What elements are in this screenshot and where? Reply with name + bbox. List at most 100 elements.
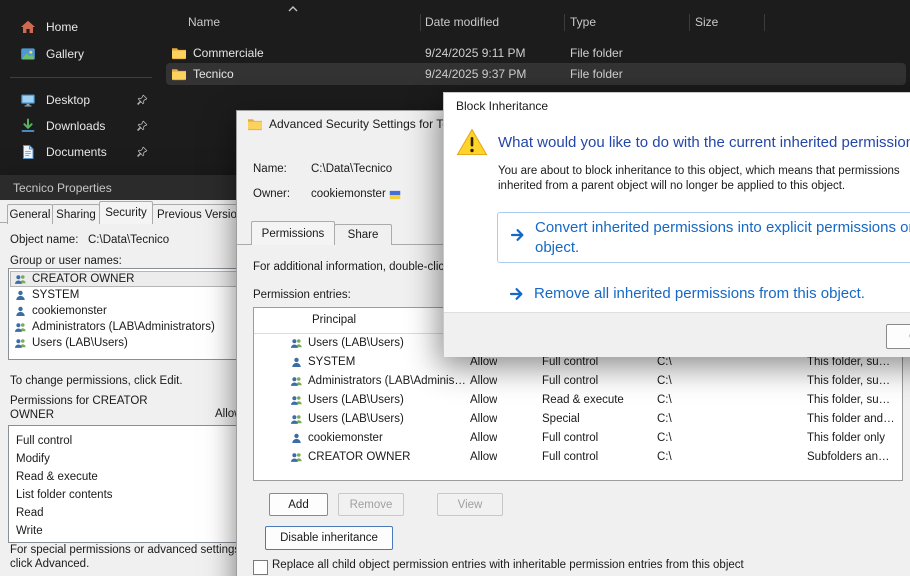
group-icon	[290, 394, 303, 407]
button-label: View	[458, 499, 483, 511]
permission-label: Read & execute	[16, 471, 98, 483]
sidebar-item-label: Desktop	[46, 93, 90, 107]
add-button[interactable]: Add	[269, 493, 328, 516]
cancel-button[interactable]: Cancel	[886, 324, 910, 349]
principal-name: Administrators (LAB\Administrators)	[32, 321, 215, 333]
permission-entry-row[interactable]: Users (LAB\Users) Allow Read & execute C…	[254, 391, 902, 410]
tab-security[interactable]: Security	[99, 201, 153, 224]
permission-label: Modify	[16, 453, 50, 465]
permission-entry-row[interactable]: Users (LAB\Users) Allow Special C:\ This…	[254, 410, 902, 429]
column-separator	[564, 14, 565, 31]
entry-applies-to: This folder, subfolders and files	[807, 356, 895, 368]
object-name-value: C:\Data\Tecnico	[88, 234, 169, 246]
entry-inherited-from: C:\	[657, 432, 672, 444]
owner-label: Owner:	[253, 188, 290, 200]
column-header-principal[interactable]: Principal	[312, 314, 356, 326]
replace-permissions-label: Replace all child object permission entr…	[272, 559, 744, 571]
permissions-for-label: Permissions for CREATOR OWNER	[10, 394, 160, 422]
sidebar-item-home[interactable]: Home	[8, 14, 158, 40]
button-label: Disable inheritance	[280, 532, 378, 544]
permission-entry-row[interactable]: cookiemonster Allow Full control C:\ Thi…	[254, 429, 902, 448]
block-inheritance-dialog: Block Inheritance What would you like to…	[443, 92, 910, 357]
commandlink-label: Convert inherited permissions into expli…	[535, 218, 910, 258]
permission-entry-row[interactable]: CREATOR OWNER Allow Full control C:\ Sub…	[254, 448, 902, 467]
file-name: Commerciale	[193, 46, 264, 60]
tab-label: General	[10, 209, 51, 221]
group-user-names-label: Group or user names:	[10, 255, 122, 267]
column-header-type[interactable]: Type	[570, 15, 596, 29]
entry-inherited-from: C:\	[657, 356, 672, 368]
replace-permissions-checkbox[interactable]	[253, 560, 268, 575]
home-icon	[20, 19, 36, 35]
column-separator	[764, 14, 765, 31]
tab-sharing[interactable]: Sharing	[52, 204, 100, 224]
column-header-name[interactable]: Name	[188, 15, 220, 29]
principal-name: Users (LAB\Users)	[32, 337, 128, 349]
edit-note: To change permissions, click Edit.	[10, 375, 183, 387]
entry-access: Read & execute	[542, 394, 624, 406]
file-row-tecnico[interactable]: Tecnico 9/24/2025 9:37 PM File folder	[166, 63, 906, 85]
sidebar-item-gallery[interactable]: Gallery	[8, 41, 158, 67]
principal-name: CREATOR OWNER	[32, 273, 134, 285]
tab-permissions[interactable]: Permissions	[251, 221, 335, 245]
group-icon	[14, 337, 27, 350]
entry-access: Full control	[542, 451, 598, 463]
disable-inheritance-button[interactable]: Disable inheritance	[265, 526, 393, 550]
remove-button: Remove	[338, 493, 404, 516]
sidebar-divider	[10, 77, 152, 78]
tab-share[interactable]: Share	[334, 224, 392, 245]
documents-icon	[20, 144, 36, 160]
entry-type: Allow	[470, 394, 497, 406]
entry-type: Allow	[470, 432, 497, 444]
permission-label: Write	[16, 525, 43, 537]
entry-inherited-from: C:\	[657, 451, 672, 463]
user-icon	[14, 289, 27, 302]
group-icon	[14, 273, 27, 286]
entry-applies-to: This folder only	[807, 432, 885, 444]
column-separator	[689, 14, 690, 31]
sidebar-item-desktop[interactable]: Desktop	[8, 87, 158, 113]
object-name-label: Object name:	[10, 234, 78, 246]
desktop-icon	[20, 92, 36, 108]
view-button: View	[437, 493, 503, 516]
remove-permissions-commandlink[interactable]: Remove all inherited permissions from th…	[497, 279, 910, 309]
entry-principal: Users (LAB\Users)	[308, 413, 404, 425]
column-header-date-modified[interactable]: Date modified	[425, 15, 499, 29]
group-icon	[290, 375, 303, 388]
pin-icon	[136, 146, 148, 158]
tab-label: Permissions	[262, 228, 325, 240]
convert-permissions-commandlink[interactable]: Convert inherited permissions into expli…	[497, 212, 910, 263]
column-separator	[420, 14, 421, 31]
permission-entry-row[interactable]: Administrators (LAB\Administrators) Allo…	[254, 372, 902, 391]
file-type: File folder	[570, 46, 623, 60]
user-icon	[290, 432, 303, 445]
user-icon	[290, 356, 303, 369]
owner-avatar-icon	[389, 189, 401, 201]
advanced-note: For special permissions or advanced sett…	[10, 543, 260, 571]
folder-icon	[171, 45, 187, 61]
entry-inherited-from: C:\	[657, 394, 672, 406]
name-label: Name:	[253, 163, 287, 175]
sidebar-item-documents[interactable]: Documents	[8, 139, 158, 165]
entry-type: Allow	[470, 356, 497, 368]
screen: Home Gallery Desktop Downloads Documents…	[0, 0, 910, 576]
entry-inherited-from: C:\	[657, 375, 672, 387]
file-date-modified: 9/24/2025 9:37 PM	[425, 67, 526, 81]
folder-icon	[171, 66, 187, 82]
entry-inherited-from: C:\	[657, 413, 672, 425]
column-header-size[interactable]: Size	[695, 15, 718, 29]
pin-icon	[136, 94, 148, 106]
warning-icon	[456, 127, 488, 157]
block-heading: What would you like to do with the curre…	[498, 134, 910, 151]
sidebar-item-downloads[interactable]: Downloads	[8, 113, 158, 139]
block-footer: Cancel	[444, 312, 910, 357]
permission-label: Read	[16, 507, 44, 519]
pin-icon	[136, 120, 148, 132]
entry-applies-to: This folder, subfolders and files	[807, 394, 895, 406]
tab-general[interactable]: General	[7, 204, 53, 224]
file-row-commerciale[interactable]: Commerciale 9/24/2025 9:11 PM File folde…	[166, 42, 906, 64]
tab-label: Sharing	[56, 209, 96, 221]
entry-principal: Users (LAB\Users)	[308, 337, 404, 349]
gallery-icon	[20, 46, 36, 62]
permission-entries-label: Permission entries:	[253, 289, 351, 301]
